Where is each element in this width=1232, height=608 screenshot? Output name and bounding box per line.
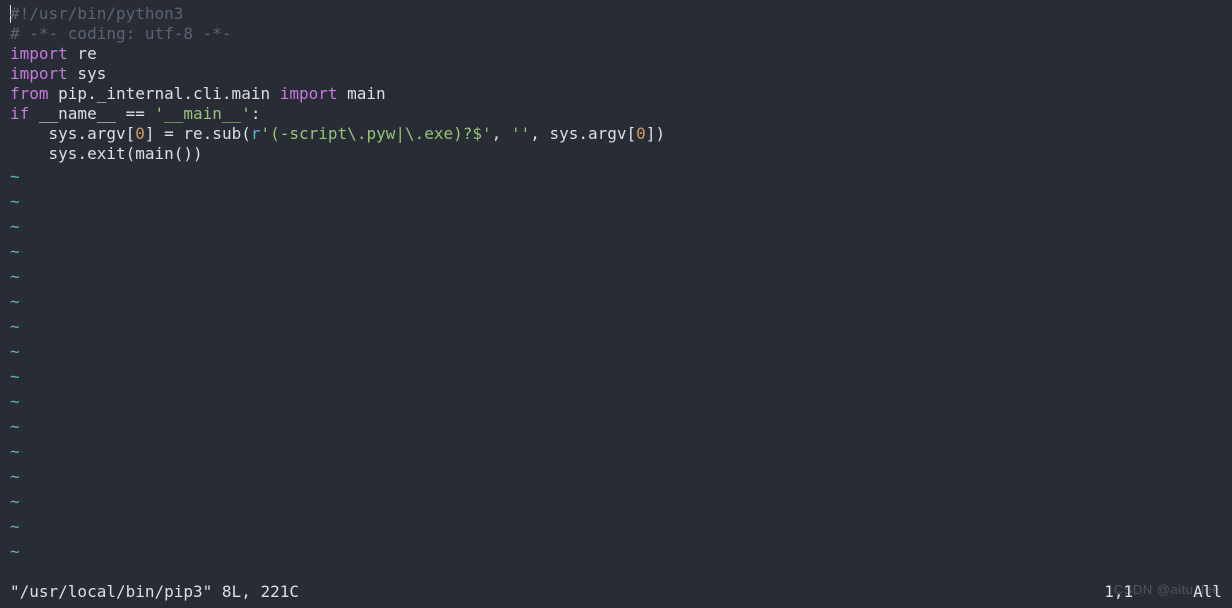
- tilde-line: ~: [10, 314, 1222, 339]
- tilde-line: ~: [10, 239, 1222, 264]
- tilde-line: ~: [10, 289, 1222, 314]
- tilde-line: ~: [10, 389, 1222, 414]
- empty-lines-area: ~~~~~~~~~~~~~~~~: [10, 164, 1222, 564]
- tilde-line: ~: [10, 514, 1222, 539]
- tilde-line: ~: [10, 264, 1222, 289]
- status-file-info: "/usr/local/bin/pip3" 8L, 221C: [10, 582, 1104, 602]
- code-line-8: sys.exit(main()): [10, 144, 1222, 164]
- code-line-1: #!/usr/bin/python3: [10, 4, 1222, 24]
- code-line-4: import sys: [10, 64, 1222, 84]
- tilde-line: ~: [10, 414, 1222, 439]
- tilde-line: ~: [10, 214, 1222, 239]
- tilde-line: ~: [10, 464, 1222, 489]
- tilde-line: ~: [10, 489, 1222, 514]
- tilde-line: ~: [10, 189, 1222, 214]
- vim-status-bar: "/usr/local/bin/pip3" 8L, 221C 1,1 All: [10, 582, 1222, 602]
- tilde-line: ~: [10, 539, 1222, 564]
- vim-editor[interactable]: #!/usr/bin/python3 # -*- coding: utf-8 -…: [0, 0, 1232, 608]
- code-line-7: sys.argv[0] = re.sub(r'(-script\.pyw|\.e…: [10, 124, 1222, 144]
- code-line-3: import re: [10, 44, 1222, 64]
- code-line-6: if __name__ == '__main__':: [10, 104, 1222, 124]
- code-line-2: # -*- coding: utf-8 -*-: [10, 24, 1222, 44]
- tilde-line: ~: [10, 339, 1222, 364]
- tilde-line: ~: [10, 364, 1222, 389]
- tilde-line: ~: [10, 439, 1222, 464]
- tilde-line: ~: [10, 164, 1222, 189]
- watermark-text: CSDN @aitu_lee: [1114, 580, 1220, 600]
- code-line-5: from pip._internal.cli.main import main: [10, 84, 1222, 104]
